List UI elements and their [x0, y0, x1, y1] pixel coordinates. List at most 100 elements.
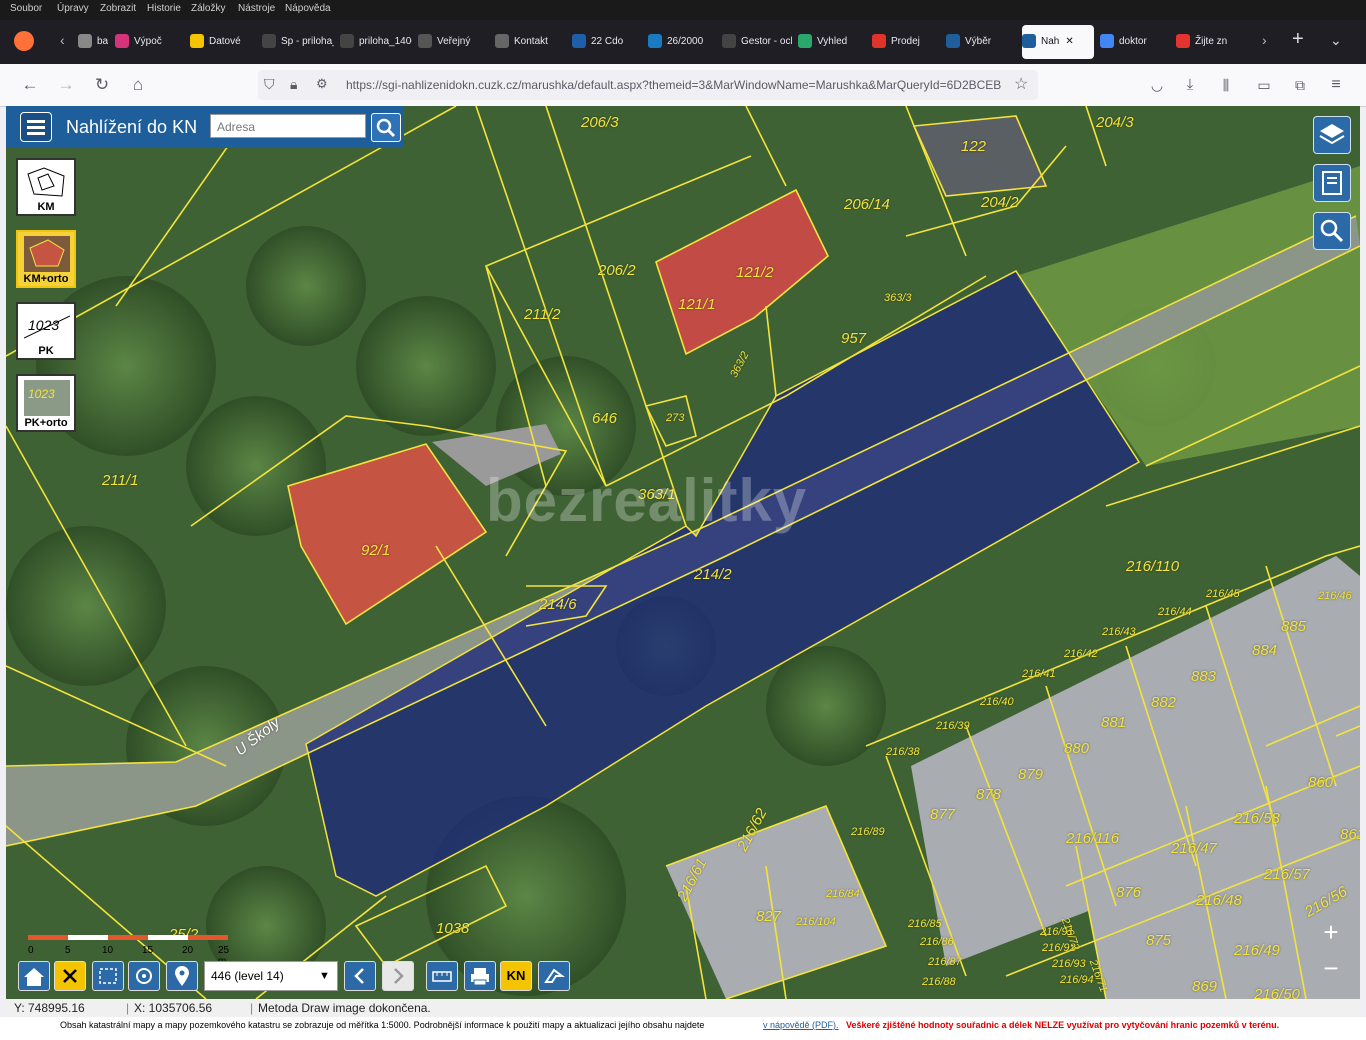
tab-8[interactable]: 26/2000 — [648, 25, 716, 59]
menu-zalozky[interactable]: Záložky — [191, 3, 225, 14]
parcel-label[interactable]: 877 — [930, 806, 955, 823]
locate-button[interactable] — [128, 961, 160, 991]
sidebar-icon[interactable]: ▭ — [1252, 73, 1276, 97]
parcel-label[interactable]: 216/88 — [922, 976, 956, 988]
print-button[interactable] — [464, 961, 496, 991]
place-marker-button[interactable] — [166, 961, 198, 991]
parcel-label[interactable]: 879 — [1018, 766, 1043, 783]
parcel-label[interactable]: 206/2 — [598, 262, 636, 279]
lock-icon[interactable]: 🔒︎ — [290, 76, 297, 93]
parcel-label[interactable]: 216/85 — [908, 918, 942, 930]
parcel-label[interactable]: 216/44 — [1158, 606, 1192, 618]
bookmark-star-icon[interactable]: ☆ — [1014, 74, 1028, 94]
parcel-label[interactable]: 216/47 — [1171, 840, 1217, 857]
parcel-label[interactable]: 861 — [1340, 826, 1360, 843]
parcel-label[interactable]: 122 — [961, 138, 986, 155]
back-icon[interactable]: ← — [18, 73, 42, 97]
parcel-label[interactable]: 216/57 — [1264, 866, 1310, 883]
layer-pk-orto-button[interactable]: 1023 PK+orto — [16, 374, 76, 432]
parcel-label[interactable]: 1038 — [436, 920, 469, 937]
parcel-label[interactable]: 869 — [1192, 978, 1217, 995]
parcel-label[interactable]: 216/87 — [928, 956, 962, 968]
tabs-scroll-right-icon[interactable]: › — [1262, 32, 1267, 48]
tab-14[interactable]: doktor — [1100, 25, 1170, 59]
shield-icon[interactable]: ⛉ — [264, 76, 275, 93]
external-link-button[interactable] — [538, 961, 570, 991]
tab-13[interactable]: Nah ✕ — [1022, 25, 1094, 59]
tab-9[interactable]: Gestor - och — [722, 25, 792, 59]
footer-help-link[interactable]: v nápovědě (PDF). — [763, 1018, 839, 1032]
tab-0[interactable]: ba — [78, 25, 108, 59]
tab-6[interactable]: Kontakt — [495, 25, 565, 59]
parcel-label[interactable]: 211/1 — [102, 472, 138, 489]
parcel-label[interactable]: 214/6 — [539, 596, 577, 613]
menu-upravy[interactable]: Úpravy — [57, 3, 89, 14]
library-icon[interactable]: ⫼ — [1214, 73, 1238, 97]
new-tab-icon[interactable]: + — [1292, 28, 1304, 51]
tab-4[interactable]: priloha_1406 — [340, 25, 412, 59]
parcel-label[interactable]: 875 — [1146, 932, 1171, 949]
parcel-label[interactable]: 216/43 — [1102, 626, 1136, 638]
parcel-label[interactable]: 216/39 — [936, 720, 970, 732]
legend-button[interactable] — [1313, 164, 1351, 202]
parcel-label[interactable]: 216/86 — [920, 936, 954, 948]
parcel-label[interactable]: 827 — [756, 908, 781, 925]
tab-12[interactable]: Výběr — [946, 25, 1016, 59]
tabs-scroll-left-icon[interactable]: ‹ — [60, 32, 65, 48]
tab-7[interactable]: 22 Cdo — [572, 25, 642, 59]
parcel-label[interactable]: 216/46 — [1318, 590, 1352, 602]
parcel-label[interactable]: 884 — [1252, 642, 1277, 659]
menu-soubor[interactable]: Soubor — [10, 3, 42, 14]
parcel-label[interactable]: 216/50 — [1254, 986, 1300, 999]
parcel-label[interactable]: 881 — [1101, 714, 1126, 731]
parcel-label[interactable]: 216/104 — [796, 916, 836, 928]
zoom-search-button[interactable] — [1313, 212, 1351, 250]
tab-5[interactable]: Veřejný — [418, 25, 488, 59]
parcel-label[interactable]: 363/3 — [884, 292, 912, 304]
reload-icon[interactable]: ↻ — [90, 73, 114, 97]
list-tabs-icon[interactable]: ⌄ — [1330, 32, 1342, 49]
parcel-label[interactable]: 216/49 — [1234, 942, 1280, 959]
parcel-label[interactable]: 273 — [666, 412, 684, 424]
layer-pk-button[interactable]: 1023 PK — [16, 302, 76, 360]
menu-nastroje[interactable]: Nástroje — [238, 3, 275, 14]
tab-close-icon[interactable]: ✕ — [1065, 36, 1073, 47]
parcel-label[interactable]: 216/58 — [1234, 810, 1280, 827]
cadastral-map[interactable]: 206/3 204/3 122 206/14 204/2 206/2 121/2 211/2 1… — [6, 106, 1360, 999]
parcel-label[interactable]: 880 — [1064, 740, 1089, 757]
parcel-label[interactable]: 92/1 — [361, 542, 390, 559]
parcel-label[interactable]: 646 — [592, 410, 617, 427]
parcel-label[interactable]: 216/110 — [1126, 558, 1179, 575]
parcel-label[interactable]: 204/3 — [1096, 114, 1134, 131]
parcel-label[interactable]: 876 — [1116, 884, 1141, 901]
clear-button[interactable] — [54, 961, 86, 991]
zoom-out-icon[interactable]: − — [1316, 954, 1346, 984]
parcel-label[interactable]: 216/116 — [1066, 830, 1119, 847]
parcel-label[interactable]: 206/3 — [581, 114, 619, 131]
parcel-label[interactable]: 216/41 — [1022, 668, 1056, 680]
layer-km-button[interactable]: KM — [16, 158, 76, 216]
parcel-label[interactable]: 204/2 — [981, 194, 1019, 211]
firefox-icon[interactable] — [14, 31, 34, 51]
parcel-label[interactable]: 211/2 — [524, 306, 560, 323]
parcel-label[interactable]: 121/1 — [678, 296, 716, 313]
map-canvas[interactable] — [6, 106, 1360, 999]
search-button[interactable] — [371, 113, 401, 142]
tab-10[interactable]: Vyhled — [798, 25, 866, 59]
parcel-label[interactable]: 216/48 — [1196, 892, 1242, 909]
layer-km-orto-button[interactable]: KM+orto — [16, 230, 76, 288]
parcel-label[interactable]: 216/38 — [886, 746, 920, 758]
parcel-label[interactable]: 860 — [1308, 774, 1333, 791]
menu-napoveda[interactable]: Nápověda — [285, 3, 331, 14]
parcel-label[interactable]: 216/42 — [1064, 648, 1098, 660]
parcel-label[interactable]: 216/89 — [851, 826, 885, 838]
menu-zobrazit[interactable]: Zobrazit — [100, 3, 136, 14]
address-search-input[interactable]: Adresa — [210, 114, 366, 138]
next-view-button[interactable] — [382, 961, 414, 991]
pocket-icon[interactable]: ◡ — [1145, 73, 1169, 97]
menu-historie[interactable]: Historie — [147, 3, 181, 14]
measure-button[interactable] — [426, 961, 458, 991]
parcel-label[interactable]: 121/2 — [736, 264, 774, 281]
menu-hamburger-icon[interactable] — [20, 112, 52, 142]
home-extent-button[interactable] — [18, 961, 50, 991]
